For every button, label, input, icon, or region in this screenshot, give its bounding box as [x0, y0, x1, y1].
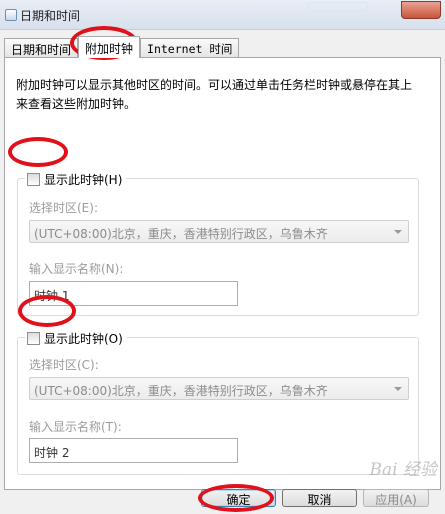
clock-app-icon [5, 9, 17, 21]
title-bar: 日期和时间 [0, 0, 445, 30]
clock2-name-label: 输入显示名称(T): [29, 420, 122, 434]
clock2-timezone-select[interactable]: (UTC+08:00)北京，重庆，香港特别行政区，乌鲁木齐 [29, 377, 409, 400]
additional-clocks-panel: 附加时钟可以显示其他时区的时间。可以通过单击任务栏时钟或悬停在其上来查看这些附加… [4, 57, 441, 490]
close-button[interactable] [401, 1, 441, 19]
apply-button[interactable]: 应用(A) [363, 489, 429, 507]
clock2-timezone-label: 选择时区(C): [29, 358, 99, 372]
clock2-timezone-value: (UTC+08:00)北京，重庆，香港特别行政区，乌鲁木齐 [34, 384, 328, 398]
clock2-checkbox-label[interactable]: 显示此时钟(O) [44, 330, 123, 347]
clock1-name-input[interactable]: 时钟 1 [29, 281, 238, 306]
tab-additional-clocks[interactable]: 附加时钟 [78, 36, 141, 58]
clock1-checkbox[interactable] [27, 172, 40, 186]
chevron-down-icon [394, 230, 402, 234]
window-title: 日期和时间 [20, 9, 81, 23]
clock1-name-label: 输入显示名称(N): [29, 262, 124, 276]
tab-strip: 日期和时间 附加时钟 Internet 时间 [4, 36, 240, 58]
clock1-checkbox-label[interactable]: 显示此时钟(H) [44, 171, 122, 188]
tab-internet-time[interactable]: Internet 时间 [140, 38, 240, 58]
tab-date-and-time[interactable]: 日期和时间 [4, 38, 79, 58]
chevron-down-icon [394, 387, 402, 391]
dialog-client-area: 日期和时间 附加时钟 Internet 时间 附加时钟可以显示其他时区的时间。可… [0, 30, 445, 514]
clock1-group: 显示此时钟(H) 选择时区(E): (UTC+08:00)北京，重庆，香港特别行… [17, 170, 419, 316]
clock1-timezone-label: 选择时区(E): [29, 201, 98, 215]
clock2-name-input[interactable]: 时钟 2 [29, 438, 238, 463]
ok-button[interactable]: 确定 [201, 489, 276, 507]
background-window-search-box [308, 2, 368, 12]
clock2-checkbox[interactable] [27, 331, 40, 345]
clock2-checkbox-row[interactable]: 显示此时钟(O) [25, 329, 127, 347]
clock2-group: 显示此时钟(O) 选择时区(C): (UTC+08:00)北京，重庆，香港特别行… [17, 329, 419, 475]
clock1-timezone-select[interactable]: (UTC+08:00)北京，重庆，香港特别行政区，乌鲁木齐 [29, 220, 409, 243]
description-text: 附加时钟可以显示其他时区的时间。可以通过单击任务栏时钟或悬停在其上来查看这些附加… [16, 78, 413, 111]
watermark: Bai 经验 [369, 460, 437, 480]
clock1-timezone-value: (UTC+08:00)北京，重庆，香港特别行政区，乌鲁木齐 [34, 227, 328, 241]
clock1-checkbox-row[interactable]: 显示此时钟(H) [25, 170, 127, 188]
cancel-button[interactable]: 取消 [282, 489, 357, 507]
